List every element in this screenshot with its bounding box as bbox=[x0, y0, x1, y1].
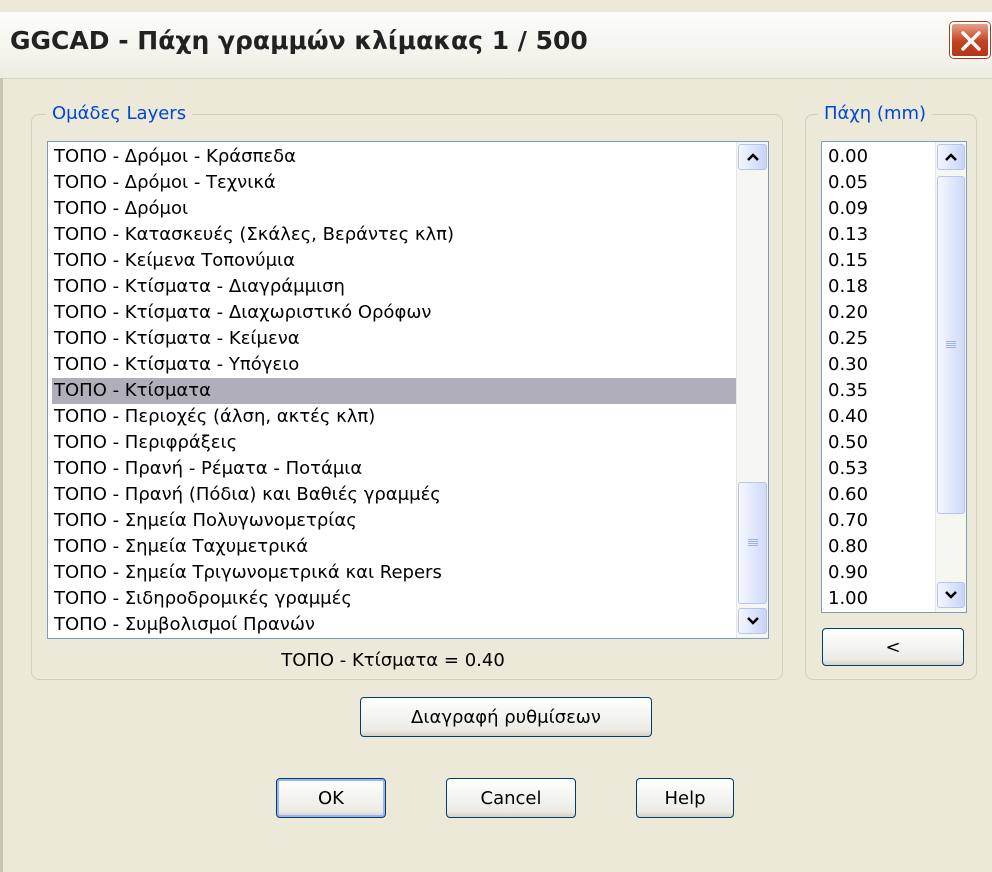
assign-thickness-button[interactable]: < bbox=[822, 628, 964, 666]
thickness-list-item[interactable]: 0.70 bbox=[826, 508, 935, 534]
layers-scroll-up-button[interactable] bbox=[738, 144, 767, 170]
thickness-group-legend: Πάχη (mm) bbox=[818, 103, 933, 124]
window-title: GGCAD - Πάχη γραμμών κλίμακας 1 / 500 bbox=[10, 26, 588, 55]
layer-list-item[interactable]: ΤΟΠΟ - Περιφράξεις bbox=[52, 430, 736, 456]
thickness-list-item[interactable]: 0.13 bbox=[826, 222, 935, 248]
layers-group-legend: Ομάδες Layers bbox=[46, 103, 193, 124]
layer-thickness-status: ΤΟΠΟ - Κτίσματα = 0.40 bbox=[281, 650, 505, 671]
thickness-list-item[interactable]: 0.15 bbox=[826, 248, 935, 274]
layers-listbox[interactable]: ΤΟΠΟ - Δρόμοι - Κράσπεδα ΤΟΠΟ - Δρόμοι - … bbox=[47, 141, 769, 639]
chevron-up-icon bbox=[945, 153, 957, 161]
thickness-list-item[interactable]: 0.00 bbox=[826, 144, 935, 170]
layer-list-item[interactable]: ΤΟΠΟ - Κτίσματα - Κείμενα bbox=[52, 326, 736, 352]
thickness-scroll-thumb[interactable] bbox=[937, 176, 965, 514]
thickness-list-item[interactable]: 0.90 bbox=[826, 560, 935, 586]
thickness-scroll-down-button[interactable] bbox=[937, 582, 965, 608]
grip-icon bbox=[747, 539, 758, 547]
thickness-list-item[interactable]: 0.50 bbox=[826, 430, 935, 456]
layers-scrollbar[interactable] bbox=[736, 142, 768, 638]
thickness-scroll-up-button[interactable] bbox=[937, 144, 965, 170]
layer-list-item[interactable]: ΤΟΠΟ - Σημεία Πολυγωνομετρίας bbox=[52, 508, 736, 534]
layer-list-item[interactable]: ΤΟΠΟ - Σημεία Τριγωνομετρικά και Repers bbox=[52, 560, 736, 586]
thickness-listbox[interactable]: 0.00 0.05 0.09 0.13 0.15 0.18 0.20 0.25 0.30 0.35… bbox=[821, 141, 967, 613]
thickness-list-item[interactable]: 0.60 bbox=[826, 482, 935, 508]
layer-list-item[interactable]: ΤΟΠΟ - Πρανή (Πόδια) και Βαθιές γραμμές bbox=[52, 482, 736, 508]
close-icon bbox=[961, 31, 981, 51]
thickness-list-item[interactable]: 0.53 bbox=[826, 456, 935, 482]
layer-list-item[interactable]: ΤΟΠΟ - Σιδηροδρομικές γραμμές bbox=[52, 586, 736, 612]
thickness-list-item[interactable]: 0.30 bbox=[826, 352, 935, 378]
thickness-list-item[interactable]: 0.20 bbox=[826, 300, 935, 326]
layers-scroll-thumb[interactable] bbox=[738, 482, 767, 604]
thickness-list-item[interactable]: 0.80 bbox=[826, 534, 935, 560]
layer-list-item[interactable]: ΤΟΠΟ - Κτίσματα - Διαχωριστικό Ορόφων bbox=[52, 300, 736, 326]
thickness-list-item[interactable]: 0.40 bbox=[826, 404, 935, 430]
grip-icon bbox=[946, 341, 956, 349]
delete-settings-button[interactable]: Διαγραφή ρυθμίσεων bbox=[360, 697, 652, 737]
thickness-list-item[interactable]: 0.09 bbox=[826, 196, 935, 222]
layer-list-item[interactable]: ΤΟΠΟ - Πρανή - Ρέματα - Ποτάμια bbox=[52, 456, 736, 482]
thickness-list-item[interactable]: 0.05 bbox=[826, 170, 935, 196]
layer-list-item[interactable]: ΤΟΠΟ - Συμβολισμοί Πρανών bbox=[52, 612, 736, 638]
layers-scroll-down-button[interactable] bbox=[738, 608, 767, 634]
dialog-window: GGCAD - Πάχη γραμμών κλίμακας 1 / 500 Ομ… bbox=[0, 0, 992, 872]
thickness-list-item[interactable]: 0.25 bbox=[826, 326, 935, 352]
ok-button[interactable]: OK bbox=[276, 778, 386, 818]
layer-list-item[interactable]: ΤΟΠΟ - Κατασκευές (Σκάλες, Βεράντες κλπ) bbox=[52, 222, 736, 248]
layer-list-item[interactable]: ΤΟΠΟ - Δρόμοι bbox=[52, 196, 736, 222]
window-left-border bbox=[0, 78, 3, 872]
chevron-down-icon bbox=[746, 617, 759, 625]
layer-list-item[interactable]: ΤΟΠΟ - Κείμενα Τοπονύμια bbox=[52, 248, 736, 274]
layer-list-item[interactable]: ΤΟΠΟ - Κτίσματα - Υπόγειο bbox=[52, 352, 736, 378]
layer-list-item[interactable]: ΤΟΠΟ - Δρόμοι - Τεχνικά bbox=[52, 170, 736, 196]
thickness-list-item[interactable]: 0.18 bbox=[826, 274, 935, 300]
chevron-down-icon bbox=[945, 591, 957, 599]
thickness-scrollbar[interactable] bbox=[935, 142, 966, 612]
layer-list-item[interactable]: ΤΟΠΟ - Σημεία Ταχυμετρικά bbox=[52, 534, 736, 560]
close-button[interactable] bbox=[950, 22, 990, 58]
chevron-up-icon bbox=[746, 153, 759, 161]
layer-list-item[interactable]: ΤΟΠΟ - Κτίσματα bbox=[52, 378, 736, 404]
thickness-list-item[interactable]: 1.00 bbox=[826, 586, 935, 612]
help-button[interactable]: Help bbox=[636, 778, 734, 818]
title-bar[interactable]: GGCAD - Πάχη γραμμών κλίμακας 1 / 500 bbox=[0, 12, 992, 79]
thickness-list-item[interactable]: 0.35 bbox=[826, 378, 935, 404]
layer-list-item[interactable]: ΤΟΠΟ - Κτίσματα - Διαγράμμιση bbox=[52, 274, 736, 300]
layer-list-item[interactable]: ΤΟΠΟ - Περιοχές (άλση, ακτές κλπ) bbox=[52, 404, 736, 430]
cancel-button[interactable]: Cancel bbox=[446, 778, 576, 818]
layer-list-item[interactable]: ΤΟΠΟ - Δρόμοι - Κράσπεδα bbox=[52, 144, 736, 170]
